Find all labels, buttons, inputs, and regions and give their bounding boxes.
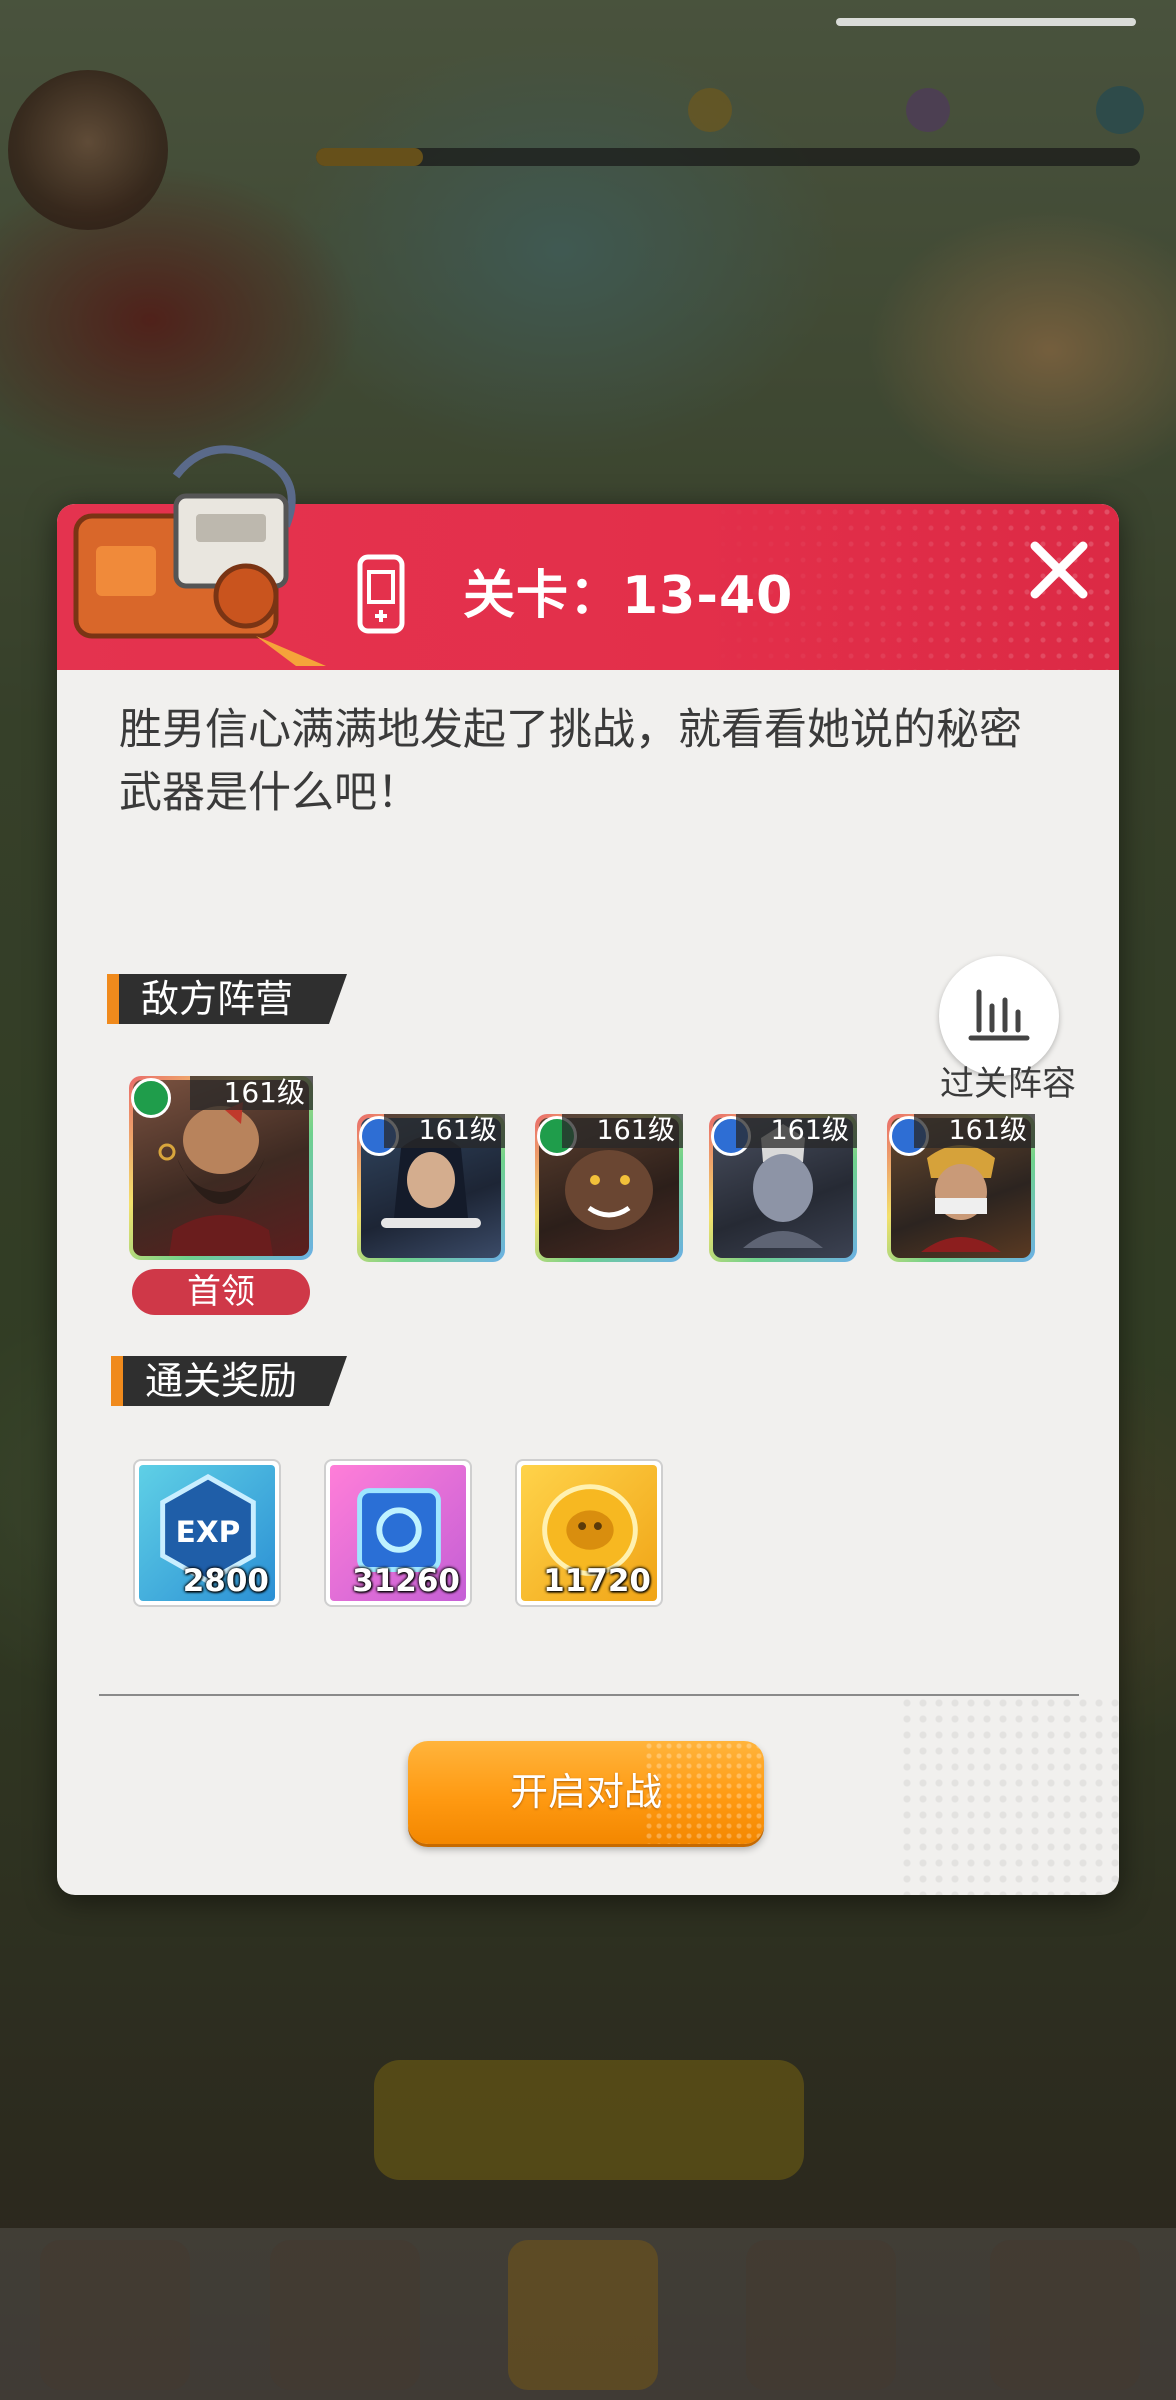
hero-level: 161级 [914, 1114, 1035, 1148]
reward-item-gold[interactable]: 11720 [515, 1459, 663, 1607]
enemy-hero-card[interactable]: 161级 [887, 1114, 1035, 1262]
reward-bg: 31260 [330, 1465, 466, 1601]
reward-section-label: 通关奖励 [111, 1356, 347, 1406]
hero-level: 161级 [384, 1114, 505, 1148]
enemy-hero-card[interactable]: 161级 [709, 1114, 857, 1262]
hero-level: 161级 [736, 1114, 857, 1148]
reward-amount: 31260 [352, 1563, 460, 1599]
hero-level: 161级 [189, 1076, 313, 1110]
faction-icon-green [131, 1078, 171, 1118]
stage-description: 胜男信心满满地发起了挑战，就看看她说的秘密武器是什么吧！ [119, 705, 1022, 818]
reward-item-energy[interactable]: 31260 [324, 1459, 472, 1607]
game-console-illustration [73, 445, 326, 666]
formation-button-label[interactable]: 过关阵容 [923, 1056, 1093, 1105]
decorative-dots [899, 1695, 1119, 1895]
enemy-hero-card-boss[interactable]: 161级 [129, 1076, 313, 1260]
start-battle-button[interactable]: 开启对战 [408, 1741, 764, 1844]
boss-badge: 首领 [132, 1269, 310, 1315]
reward-amount: 2800 [182, 1563, 269, 1599]
stage-dialog: 关卡：13-40 胜男信心满满地发起了挑战，就看看她说的秘密武器是什么吧！ 敌方… [57, 504, 1119, 1895]
enemy-hero-card[interactable]: 161级 [535, 1114, 683, 1262]
reward-item-exp[interactable]: EXP 2800 [133, 1459, 281, 1607]
hero-level: 161级 [562, 1114, 683, 1148]
phone-icon [357, 554, 405, 634]
stage-title: 关卡：13-40 [463, 566, 794, 626]
reward-amount: 11720 [543, 1563, 651, 1599]
home-indicator [836, 18, 1136, 26]
close-icon[interactable] [1023, 534, 1095, 606]
exp-label: EXP [176, 1515, 241, 1549]
reward-bg: EXP 2800 [139, 1465, 275, 1601]
enemy-section-label: 敌方阵营 [107, 974, 347, 1024]
reward-bg: 11720 [521, 1465, 657, 1601]
enemy-hero-card[interactable]: 161级 [357, 1114, 505, 1262]
